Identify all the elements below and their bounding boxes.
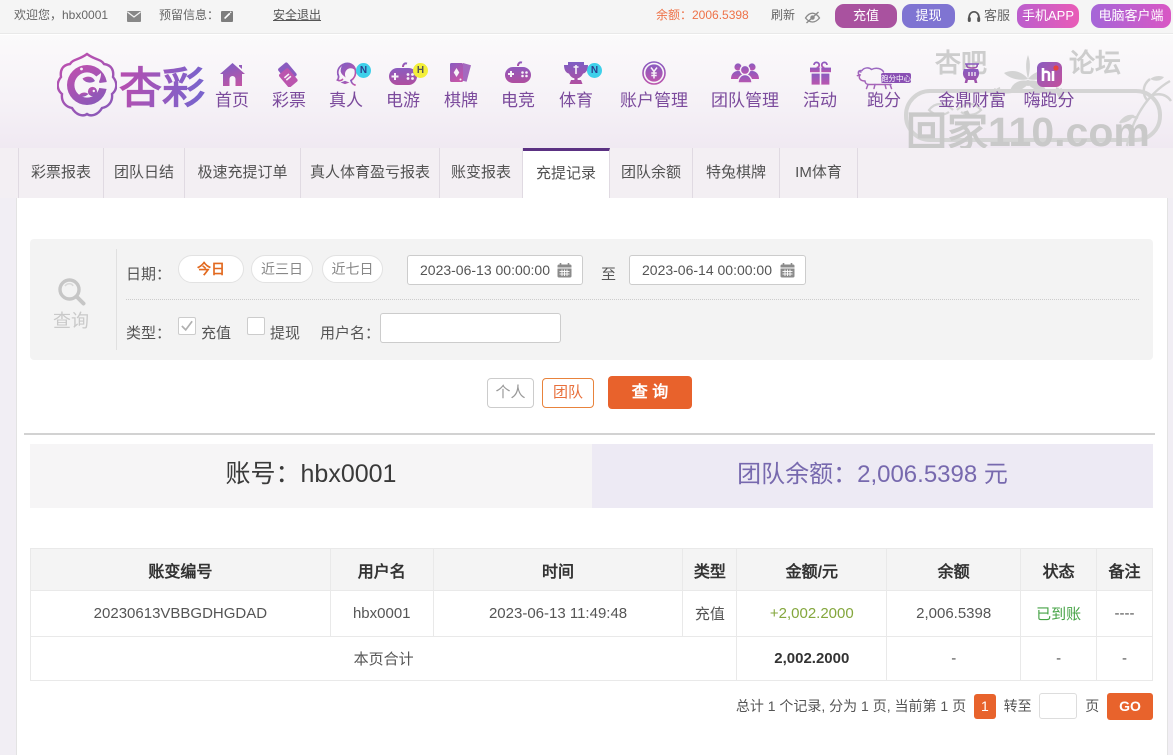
svg-text:跑分中心: 跑分中心: [881, 73, 911, 83]
